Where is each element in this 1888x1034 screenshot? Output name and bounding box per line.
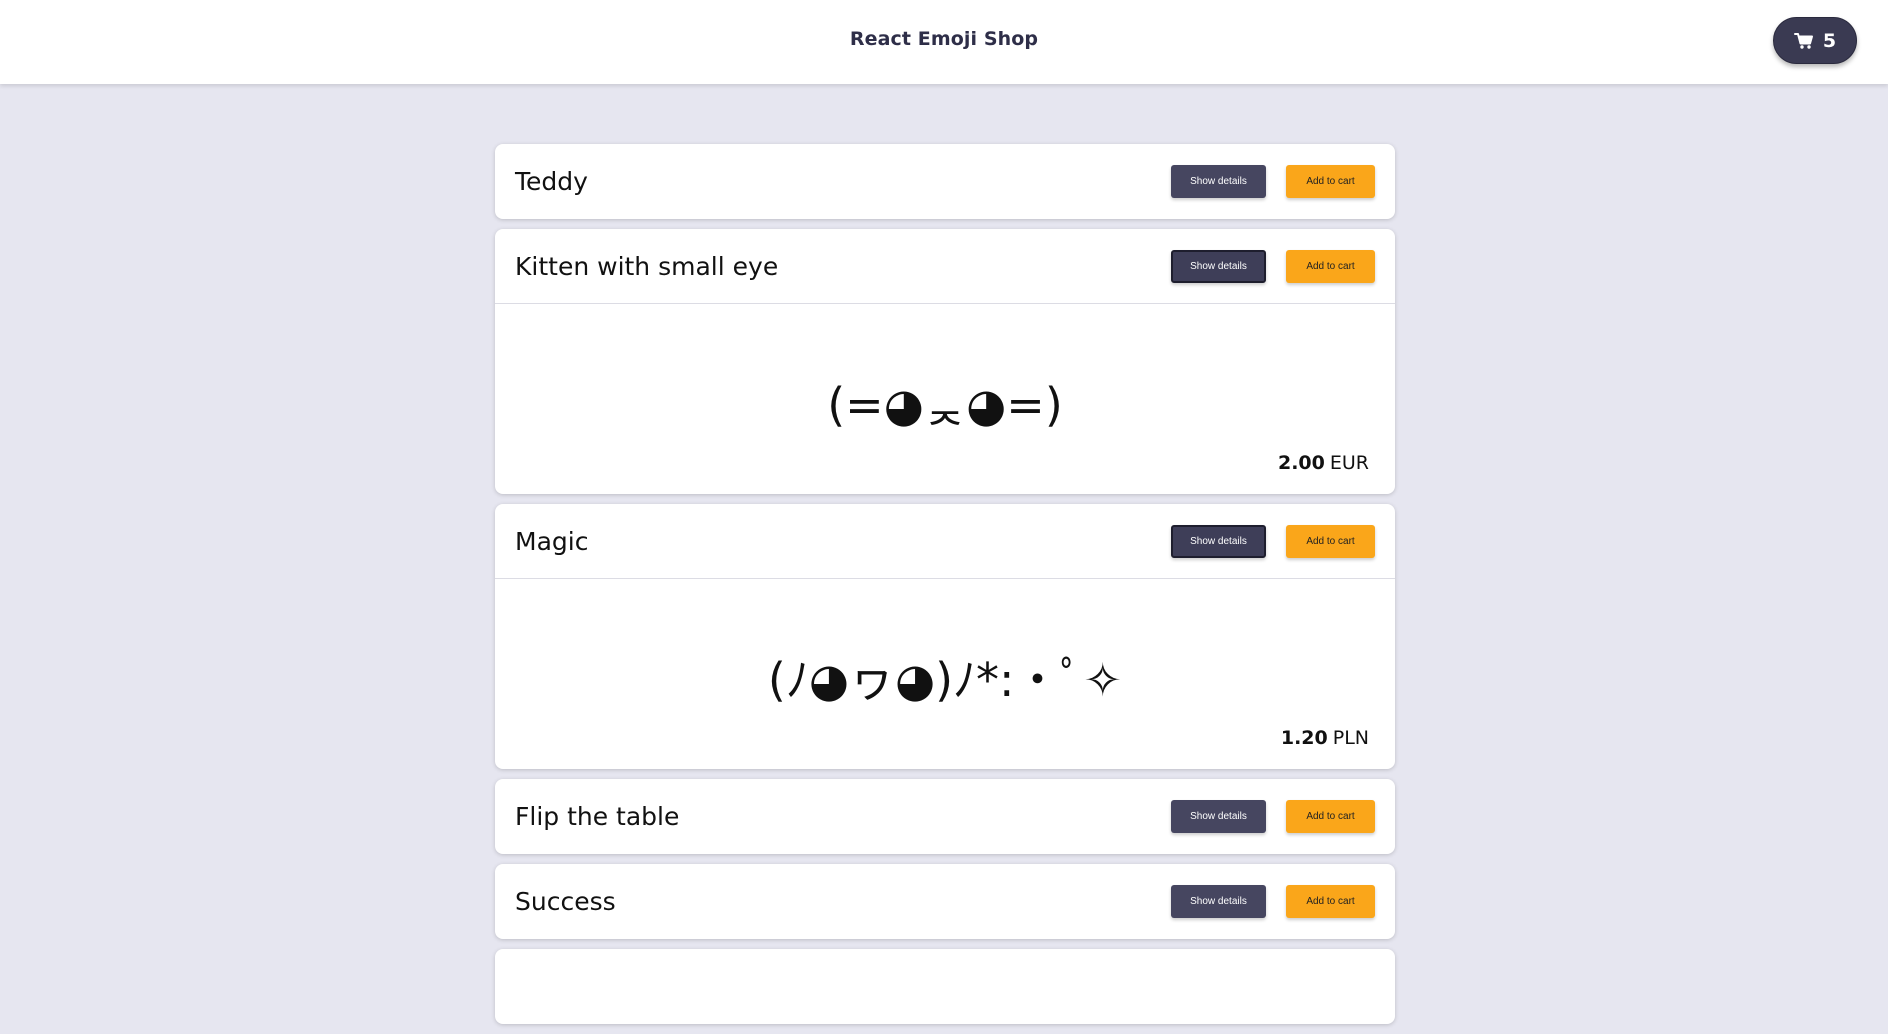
product-card-header: Kitten with small eye Show details Add t…: [495, 229, 1395, 304]
product-card-flip-the-table: Flip the table Show details Add to cart: [495, 779, 1395, 854]
price-currency: PLN: [1332, 727, 1369, 749]
add-to-cart-button[interactable]: Add to cart: [1286, 249, 1375, 283]
price-amount: 1.20: [1280, 727, 1328, 749]
product-name: Teddy: [515, 167, 588, 196]
product-name: Flip the table: [515, 802, 680, 831]
product-card-header: [495, 949, 1395, 1024]
add-to-cart-button[interactable]: Add to cart: [1286, 524, 1375, 558]
product-card-magic: Magic Show details Add to cart (ﾉ◕ヮ◕)ﾉ*:…: [495, 504, 1395, 769]
price-amount: 2.00: [1277, 452, 1325, 474]
product-name: Kitten with small eye: [515, 251, 779, 281]
product-card-header: Magic Show details Add to cart: [495, 504, 1395, 579]
product-emoji: (ﾉ◕ヮ◕)ﾉ*:・ﾟ✧: [767, 653, 1123, 707]
product-card-header: Teddy Show details Add to cart: [495, 144, 1395, 219]
price-currency: EUR: [1329, 452, 1369, 474]
product-price: 2.00 EUR: [1278, 452, 1369, 474]
product-card-partial: [495, 949, 1395, 1024]
add-to-cart-button[interactable]: Add to cart: [1286, 165, 1375, 198]
show-details-button[interactable]: Show details: [1171, 249, 1266, 283]
product-card-header: Success Show details Add to cart: [495, 864, 1395, 939]
product-list: Teddy Show details Add to cart Kitten wi…: [495, 144, 1395, 1034]
show-details-button[interactable]: Show details: [1171, 800, 1266, 833]
show-details-button[interactable]: Show details: [1171, 524, 1266, 558]
product-name: Magic: [515, 526, 589, 556]
shopping-cart-icon: [1793, 32, 1813, 49]
cart-button[interactable]: 5: [1773, 17, 1857, 64]
product-card-teddy: Teddy Show details Add to cart: [495, 144, 1395, 219]
cart-count: 5: [1822, 29, 1837, 52]
add-to-cart-button[interactable]: Add to cart: [1286, 800, 1375, 833]
product-details: (=◕ᆽ◕=) 2.00 EUR: [495, 304, 1395, 494]
product-name: Success: [515, 887, 616, 916]
product-price: 1.20 PLN: [1281, 727, 1369, 749]
product-emoji: (=◕ᆽ◕=): [827, 378, 1063, 432]
product-details: (ﾉ◕ヮ◕)ﾉ*:・ﾟ✧ 1.20 PLN: [495, 579, 1395, 769]
show-details-button[interactable]: Show details: [1171, 885, 1266, 918]
product-card-kitten: Kitten with small eye Show details Add t…: [495, 229, 1395, 494]
add-to-cart-button[interactable]: Add to cart: [1286, 885, 1375, 918]
app-title: React Emoji Shop: [849, 28, 1039, 50]
product-card-success: Success Show details Add to cart: [495, 864, 1395, 939]
app-header: React Emoji Shop 5: [0, 0, 1888, 84]
show-details-button[interactable]: Show details: [1171, 165, 1266, 198]
product-card-header: Flip the table Show details Add to cart: [495, 779, 1395, 854]
